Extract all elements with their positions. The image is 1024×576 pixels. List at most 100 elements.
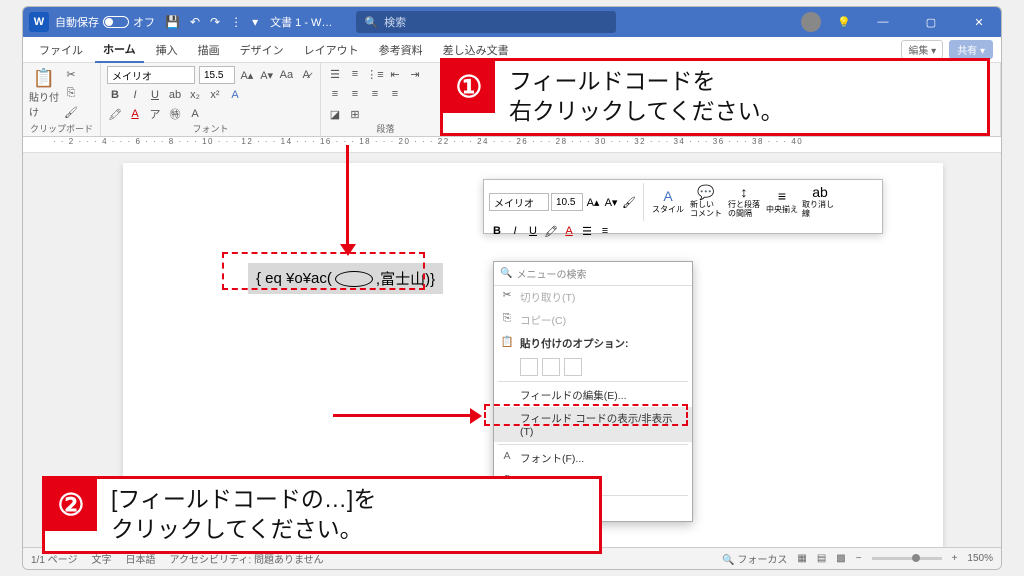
editing-mode-button[interactable]: 編集 ▾ xyxy=(901,40,943,59)
decrease-indent-icon[interactable]: ⇤ xyxy=(387,66,403,82)
callout-1-number: ① xyxy=(443,61,495,113)
grow-font-icon[interactable]: A▴ xyxy=(239,67,255,83)
view-web-icon[interactable]: ▩ xyxy=(836,553,845,564)
mini-shrink-font-icon[interactable]: A▾ xyxy=(603,194,619,210)
toggle-switch-icon[interactable] xyxy=(103,16,129,28)
menu-cut[interactable]: ✂切り取り(T) xyxy=(494,286,692,309)
strike-icon: ab xyxy=(812,185,828,200)
tab-insert[interactable]: 挿入 xyxy=(148,38,186,62)
mini-bullets-icon[interactable]: ☰ xyxy=(579,223,595,239)
tab-references[interactable]: 参考資料 xyxy=(371,38,431,62)
menu-font[interactable]: Aフォント(F)... xyxy=(494,447,692,470)
spacing-icon: ↕ xyxy=(741,185,748,200)
mini-highlight-icon[interactable]: 🖍 xyxy=(543,223,559,239)
quick-access-toolbar: 💾 ↶ ↷ ⋮ ▾ xyxy=(165,15,258,29)
tab-design[interactable]: デザイン xyxy=(232,38,292,62)
mini-format-painter-icon[interactable]: 🖌 xyxy=(621,194,637,210)
view-read-icon[interactable]: ▦ xyxy=(797,553,806,564)
mini-center-button[interactable]: ≡中央揃え xyxy=(764,189,800,214)
callout-2: ② [フィールドコードの…]を クリックしてください。 xyxy=(42,476,602,554)
paste-opt-3[interactable] xyxy=(564,358,582,376)
numbering-icon[interactable]: ≡ xyxy=(347,66,363,82)
search-box[interactable]: 🔍 検索 xyxy=(356,11,616,33)
save-icon[interactable]: 💾 xyxy=(165,15,180,29)
mini-strike-button[interactable]: ab取り消し線 xyxy=(802,185,838,219)
phonetic-icon[interactable]: ア xyxy=(147,106,163,122)
menu-edit-field[interactable]: フィールドの編集(E)... xyxy=(494,384,692,407)
change-case-icon[interactable]: Aa xyxy=(279,67,295,83)
font-family-select[interactable] xyxy=(107,66,195,84)
mini-grow-font-icon[interactable]: A▴ xyxy=(585,194,601,210)
tab-draw[interactable]: 描画 xyxy=(190,38,228,62)
mini-font-family[interactable] xyxy=(489,193,549,211)
tab-file[interactable]: ファイル xyxy=(31,38,91,62)
help-icon[interactable]: 💡 xyxy=(837,16,851,29)
status-focus[interactable]: 🔍 フォーカス xyxy=(722,551,787,566)
mini-italic-icon[interactable]: I xyxy=(507,223,523,239)
mini-numbering-icon[interactable]: ≡ xyxy=(597,223,613,239)
mini-spacing-button[interactable]: ↕行と段落 の間隔 xyxy=(726,185,762,219)
strike-icon[interactable]: ab xyxy=(167,87,183,103)
paste-opt-2[interactable] xyxy=(542,358,560,376)
shading-icon[interactable]: ◪ xyxy=(327,106,343,122)
enclose-icon[interactable]: ㊕ xyxy=(167,106,183,122)
copy-icon[interactable]: ⎘ xyxy=(63,85,79,101)
comment-icon: 💬 xyxy=(697,185,714,200)
share-button[interactable]: 共有 ▾ xyxy=(949,40,993,59)
text-effects-icon[interactable]: A xyxy=(227,87,243,103)
mini-underline-icon[interactable]: U xyxy=(525,223,541,239)
zoom-out-icon[interactable]: − xyxy=(856,553,862,564)
undo-icon[interactable]: ↶ xyxy=(190,15,200,29)
minimize-button[interactable]: — xyxy=(867,16,899,28)
mini-bold-icon[interactable]: B xyxy=(489,223,505,239)
bold-icon[interactable]: B xyxy=(107,87,123,103)
tab-layout[interactable]: レイアウト xyxy=(296,38,367,62)
font-size-select[interactable] xyxy=(199,66,235,84)
redo-icon[interactable]: ↷ xyxy=(210,15,220,29)
menu-paste-options: 📋貼り付けのオプション: xyxy=(494,332,692,355)
menu-copy[interactable]: ⎘コピー(C) xyxy=(494,309,692,332)
qat-dropdown-icon[interactable]: ▾ xyxy=(252,15,258,29)
paste-button[interactable]: 📋 貼り付け xyxy=(29,75,59,111)
format-painter-icon[interactable]: 🖌 xyxy=(63,104,79,120)
menu-search[interactable]: 🔍メニューの検索 xyxy=(494,262,692,286)
shrink-font-icon[interactable]: A▾ xyxy=(259,67,275,83)
mini-font-color-icon[interactable]: A xyxy=(561,223,577,239)
tab-home[interactable]: ホーム xyxy=(95,37,144,63)
zoom-value[interactable]: 150% xyxy=(967,553,993,564)
subscript-icon[interactable]: x₂ xyxy=(187,87,203,103)
font-color-icon[interactable]: A xyxy=(127,106,143,122)
menu-toggle-field-code[interactable]: フィールド コードの表示/非表示(T) xyxy=(494,407,692,442)
align-center-icon[interactable]: ≡ xyxy=(347,86,363,102)
multilevel-icon[interactable]: ⋮≡ xyxy=(367,66,383,82)
close-button[interactable]: ✕ xyxy=(963,16,995,29)
italic-icon[interactable]: I xyxy=(127,87,143,103)
borders-icon[interactable]: ⊞ xyxy=(347,106,363,122)
paste-icon: 📋 xyxy=(500,335,514,348)
highlight-icon[interactable]: 🖍 xyxy=(107,106,123,122)
zoom-in-icon[interactable]: + xyxy=(952,553,958,564)
qat-more-icon[interactable]: ⋮ xyxy=(230,15,242,29)
char-border-icon[interactable]: A xyxy=(187,106,203,122)
clear-format-icon[interactable]: A̷ xyxy=(298,67,314,83)
cut-icon[interactable]: ✂ xyxy=(63,66,79,82)
autosave-toggle[interactable]: 自動保存 オフ xyxy=(55,14,155,30)
mini-styles-button[interactable]: Aスタイル xyxy=(650,189,686,214)
avatar[interactable] xyxy=(801,12,821,32)
zoom-slider[interactable] xyxy=(872,557,942,560)
bullets-icon[interactable]: ☰ xyxy=(327,66,343,82)
underline-icon[interactable]: U xyxy=(147,87,163,103)
justify-icon[interactable]: ≡ xyxy=(387,86,403,102)
mini-font-size[interactable] xyxy=(551,193,583,211)
field-code-text[interactable]: { eq ¥o¥ac( ,富士山)} xyxy=(248,263,443,294)
paste-opt-1[interactable] xyxy=(520,358,538,376)
mini-comment-button[interactable]: 💬新しい コメント xyxy=(688,185,724,219)
align-right-icon[interactable]: ≡ xyxy=(367,86,383,102)
group-label: クリップボード xyxy=(23,122,100,135)
word-app-icon: W xyxy=(29,12,49,32)
maximize-button[interactable]: ▢ xyxy=(915,16,947,29)
view-print-icon[interactable]: ▤ xyxy=(817,553,826,564)
align-left-icon[interactable]: ≡ xyxy=(327,86,343,102)
superscript-icon[interactable]: x² xyxy=(207,87,223,103)
increase-indent-icon[interactable]: ⇥ xyxy=(407,66,423,82)
